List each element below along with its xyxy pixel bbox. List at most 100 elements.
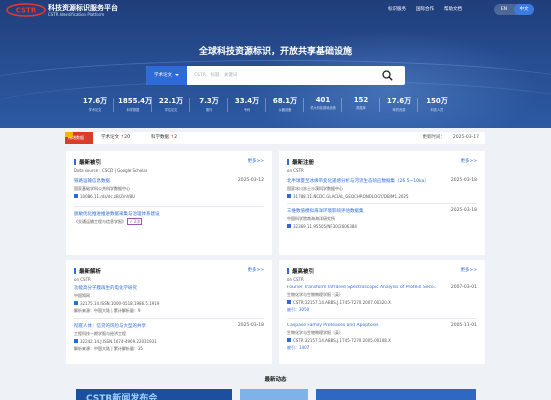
news-banner[interactable]: CSTR新闻发布会 (76, 389, 232, 400)
update-time: 更新时间： 2025-03-17 (422, 135, 479, 140)
stat-item[interactable]: 33.4万 专利 (232, 96, 266, 116)
more-link[interactable]: 更多>> (460, 267, 477, 273)
nav-item-international[interactable]: 国际合作 (416, 6, 434, 15)
entry-resolve-info: 解析来源：中国大陆 | 累计解析量：9 (74, 308, 141, 313)
status-item-papers[interactable]: 学术论文 ↑20 (101, 132, 130, 144)
entry-title[interactable]: 彻底人体：信贷的风险与大型的共享 (74, 323, 264, 329)
entry-meta: 国家冰川冻土沙漠科学数据中心 (287, 186, 343, 191)
stat-item[interactable]: 152 数据库 (346, 96, 380, 116)
card-title: 最新解析 (74, 267, 101, 275)
site-subtitle: CSTR Identification Platform (48, 12, 105, 17)
card-source: on CSTR (287, 277, 304, 282)
id-icon (287, 224, 291, 228)
search-icon[interactable] (382, 70, 393, 81)
news-banner[interactable] (316, 389, 476, 400)
language-switch: EN 中文 (494, 4, 534, 15)
entry-id[interactable]: 32242.14.J.ISSN.1674-4969.22031931 (74, 339, 264, 344)
search-type-select[interactable]: 学术论文 (146, 66, 187, 85)
entry-date: 2025-03-12 (237, 178, 264, 183)
stat-item[interactable]: 17.6万 种质资源 (384, 96, 418, 116)
entry-date: 2025-03-18 (450, 208, 477, 213)
stat-item[interactable]: 22.1万 学位论文 (156, 96, 190, 116)
entry-meta: 国家基础学科公共科学数据中心 (74, 186, 130, 191)
list-item: 北半球夏至冰缘带变化遥感分析与河流生态响应数据集（26.5~10ka） 2025… (287, 178, 477, 199)
status-item-data[interactable]: 科学数据 ↑2 (151, 132, 177, 144)
card-source: on CSTR (74, 277, 91, 282)
banner-text: CSTR新闻发布会 (86, 394, 158, 400)
list-item: 脱敏优化推进推进数据采集与治理体系建设 《交通运输工程与信息学报》 ✓ 2次 (74, 211, 264, 225)
entry-title[interactable]: 北半球夏至冰缘带变化遥感分析与河流生态响应数据集（26.5~10ka） (287, 178, 437, 184)
id-icon (74, 339, 78, 343)
entry-meta: 中国知网 (74, 293, 90, 298)
entry-title[interactable]: 三维数值模拟海洋环境影响评估数据集 (287, 208, 477, 214)
list-item: Caspase Family Proteases and Apoptosis 2… (287, 323, 477, 351)
more-link[interactable]: 更多>> (247, 158, 264, 164)
stat-item[interactable]: 7.3万 期刊 (194, 96, 228, 116)
entry-title[interactable]: 功能高分子膜再生的电化学研究 (74, 285, 264, 291)
list-item: 功能高分子膜再生的电化学研究 中国知网 32175.14.ISSN.1000-0… (74, 285, 264, 314)
stat-item[interactable]: 401 重大科技基础设施 (308, 96, 342, 116)
stat-item[interactable]: 68.1万 仪器设备 (270, 96, 304, 116)
card-latest-registrations: 最新注册 更多>> on CSTR 北半球夏至冰缘带变化遥感分析与河流生态响应数… (279, 151, 485, 255)
lang-en[interactable]: EN (494, 4, 514, 15)
hero-slogan: 全球科技资源标识，开放共享基础设施 (198, 47, 352, 57)
entry-date: 2007-03-01 (450, 285, 477, 290)
more-link[interactable]: 更多>> (247, 267, 264, 273)
entry-resolve-info: 解析来源：中国大陆 | 累计解析量：35 (74, 346, 143, 351)
cite-count-badge: ✓ 2次 (127, 218, 143, 225)
list-item: Fourier Transform Infrared Spectroscopic… (287, 285, 477, 313)
id-icon (287, 338, 291, 342)
entry-id[interactable]: CSTR:32157.14.ABBS.J.1745-7270.2005.0010… (287, 338, 477, 343)
card-source: Data source : CSCD | Google Scholar (74, 168, 148, 173)
news-banner[interactable] (240, 389, 308, 400)
entry-title[interactable]: Caspase Family Proteases and Apoptosis (287, 323, 477, 328)
card-title: 最高被引 (287, 267, 314, 275)
chevron-down-icon (175, 73, 179, 76)
news-section-title: 最新动态 (264, 377, 287, 383)
entry-id[interactable]: 32175.14.ISSN.1000-0518.1986.5.1919 (74, 301, 264, 306)
stat-item[interactable]: 150万 科技人员 (422, 96, 452, 116)
badge-icon (65, 132, 73, 137)
search-input[interactable]: CSTR、标题、关键词 (194, 66, 237, 85)
lang-zh[interactable]: 中文 (514, 4, 534, 15)
stat-item[interactable]: 1855.4万 科学数据 (118, 96, 152, 116)
entry-title[interactable]: 铁路运输信息数据 (74, 178, 264, 184)
list-item: 三维数值模拟海洋环境影响评估数据集 2025-03-18 中国科学院南海海洋研究… (287, 208, 477, 229)
update-status-bar: 畅增数据 学术论文 ↑20 科学数据 ↑2 更新时间： 2025-03-17 (65, 132, 485, 144)
entry-meta: 《交通运输工程与信息学报》 ✓ 2次 (74, 218, 143, 225)
entry-id[interactable]: 31788.11.NCDC.GLACIAL_GEOCHRONOLOGY/DB/M… (287, 194, 477, 199)
stat-item[interactable]: 17.6万 学术论文 (80, 96, 114, 116)
main-nav: 标识服务 国际合作 帮助文档 (388, 6, 462, 15)
entry-id[interactable]: 32369.11.95505/NF30/2606384 (287, 224, 477, 229)
entry-title[interactable]: Fourier Transform Infrared Spectroscopic… (287, 285, 437, 290)
card-title: 最新注册 (287, 158, 314, 166)
nav-item-help[interactable]: 帮助文档 (444, 6, 462, 15)
entry-date: 2025-03-18 (450, 178, 477, 183)
entry-id[interactable]: CSTR:32157.14.ABBS.J.1745-7270.2007.0032… (287, 300, 477, 305)
entry-date: 2005-11-01 (450, 323, 477, 328)
entry-cite-count: 被引：1407 (287, 345, 310, 350)
search-bar: 学术论文 CSTR、标题、关键词 (146, 66, 405, 85)
svg-text:CSTR: CSTR (16, 7, 37, 15)
list-item: 彻底人体：信贷的风险与大型的共享 2025-03-18 工程科技一期学报与经济工… (74, 323, 264, 352)
id-icon (74, 194, 78, 198)
stats-row: 17.6万 学术论文 1855.4万 科学数据 22.1万 学位论文 7.3万 期刊 3… (80, 96, 480, 116)
entry-cite-count: 被引：3050 (287, 307, 310, 312)
card-latest-citations: 最新被引 更多>> Data source : CSCD | Google Sc… (66, 151, 272, 255)
hero-section: CSTR 科技资源标识服务平台 CSTR Identification Plat… (0, 0, 551, 128)
entry-id[interactable]: 10086.11.rds/dc.zB/ZmV8U (74, 194, 264, 199)
entry-date: 2025-03-18 (237, 323, 264, 328)
entry-meta: 生物化学与生物物理学报（英） (287, 292, 343, 297)
entry-meta: 生物化学与生物物理学报（英） (287, 330, 343, 335)
entry-meta: 工程科技一期学报与经济工程 (74, 331, 126, 336)
entry-title[interactable]: 脱敏优化推进推进数据采集与治理体系建设 (74, 211, 264, 217)
top-bar: CSTR 科技资源标识服务平台 CSTR Identification Plat… (0, 0, 551, 20)
more-link[interactable]: 更多>> (460, 158, 477, 164)
id-icon (287, 300, 291, 304)
cstr-logo[interactable]: CSTR (6, 3, 46, 17)
card-highest-citations: 最高被引 更多>> on CSTR Fourier Transform Infr… (279, 260, 485, 364)
nav-item-identification-service[interactable]: 标识服务 (388, 6, 406, 15)
list-item: 铁路运输信息数据 2025-03-12 国家基础学科公共科学数据中心 10086… (74, 178, 264, 199)
card-source: on CSTR (287, 168, 304, 173)
entry-meta: 中国科学院南海海洋研究所 (287, 216, 335, 221)
